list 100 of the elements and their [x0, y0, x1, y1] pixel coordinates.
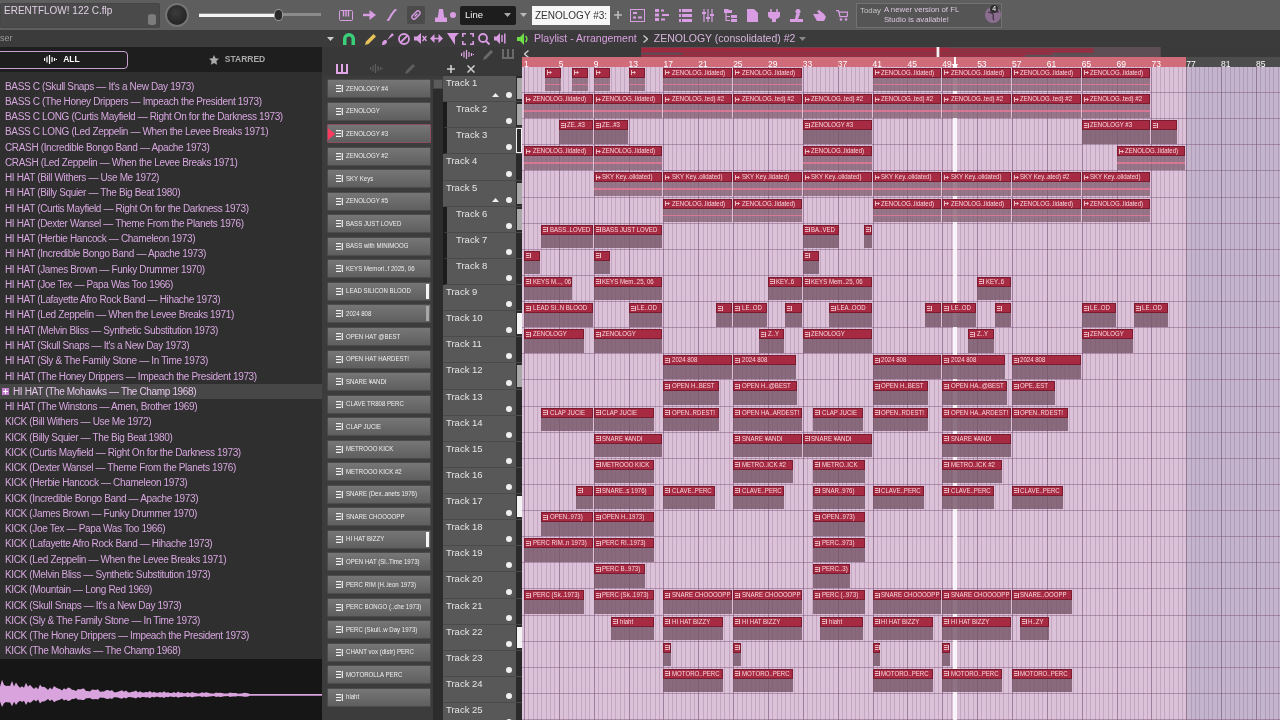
led-icon[interactable] — [506, 275, 512, 281]
channel-button[interactable]: OPEN HAT (Sl..Time 1973) — [327, 552, 431, 572]
scrollbar[interactable] — [433, 79, 443, 720]
plus-icon[interactable] — [447, 64, 455, 73]
speaker-icon[interactable] — [494, 33, 506, 44]
track-header[interactable]: Track 25 — [443, 703, 522, 720]
browser-tab[interactable]: ALL — [0, 50, 128, 69]
led-icon[interactable] — [506, 457, 512, 464]
browser-item[interactable]: KICK (Curtis Mayfield — Right On for the Darkness 1973) — [0, 444, 322, 461]
channel-button[interactable]: PERC BONGO (..che 1973) — [327, 597, 431, 617]
file-icon[interactable] — [747, 8, 759, 22]
hat-icon[interactable] — [435, 8, 447, 22]
playlist-clip[interactable] — [593, 250, 611, 275]
led-icon[interactable] — [506, 536, 512, 543]
channel-button[interactable]: CLAVE TR808 PERC — [327, 394, 431, 414]
mixer-icon[interactable] — [702, 8, 715, 22]
track-header[interactable]: Track 20 — [443, 572, 522, 599]
slider-thumb[interactable] — [273, 9, 283, 21]
browser-item[interactable]: KICK (The Mohawks — The Champ 1968) — [0, 643, 322, 659]
track-header[interactable]: Track 6 — [443, 206, 522, 233]
browser-item[interactable]: KICK (Incredible Bongo Band — Apache 1973) — [0, 490, 322, 506]
browser-item[interactable]: BASS C (Skull Snaps — It's a New Day 1973) — [0, 78, 322, 94]
channel-button[interactable]: METROOO KICK — [327, 439, 431, 459]
led-icon[interactable] — [506, 431, 512, 438]
track-header[interactable]: Track 15 — [443, 441, 522, 468]
track-header[interactable]: Track 14 — [443, 415, 522, 442]
channel-button[interactable]: KEYS Memori..f 2025, 06 — [327, 259, 431, 279]
track-header[interactable]: Track 23 — [443, 650, 522, 677]
double-arrow-icon[interactable] — [430, 34, 443, 43]
led-icon[interactable] — [506, 222, 512, 229]
browser-item[interactable]: KICK (Led Zeppelin — When the Levee Breaks 1971) — [0, 551, 322, 567]
channel-button[interactable]: LEAD SILICON BLOOD — [327, 281, 431, 301]
caret-icon[interactable] — [492, 197, 499, 202]
playlist-clip[interactable] — [524, 250, 541, 275]
close-icon[interactable] — [467, 64, 475, 73]
track-header[interactable]: Track 17 — [443, 494, 522, 521]
browser-item[interactable]: HI HAT (The Honey Drippers — Impeach the President 1973) — [0, 368, 322, 384]
browser-item[interactable]: HI HAT (The Winstons — Amen, Brother 1969) — [0, 399, 322, 415]
playlist-clip[interactable] — [785, 303, 802, 327]
snap-dropdown[interactable]: Line — [460, 5, 516, 25]
browser-item[interactable]: HI HAT (Sly & The Family Stone — In Time 1973) — [0, 353, 322, 369]
browser-tab[interactable]: STARRED — [162, 50, 312, 69]
channel-button[interactable]: BASS with MINIMOOG — [327, 236, 431, 256]
led-icon[interactable] — [506, 562, 512, 569]
cart-icon[interactable] — [836, 9, 849, 21]
piano-roll-icon[interactable] — [655, 9, 670, 21]
track-header[interactable]: Track 11 — [443, 337, 522, 364]
channel-button[interactable]: PERC RIM (H..leon 1973) — [327, 575, 431, 595]
caret-icon[interactable] — [799, 36, 807, 41]
browser-item[interactable]: KICK (Billy Squier — The Big Beat 1980) — [0, 429, 322, 445]
channel-button[interactable]: hiaht — [327, 687, 431, 707]
browser-item[interactable]: KICK (Herbie Hancock — Chameleon 1973) — [0, 475, 322, 491]
mute-icon[interactable] — [414, 33, 427, 44]
led-icon[interactable] — [506, 640, 512, 647]
timeline-ruler[interactable]: 1 5 9 13 17 21 25 29 33 37 41 45 49 53 57 61 65 69 73 77 81 85 — [522, 57, 1280, 67]
track-header[interactable]: Track 3 — [443, 128, 522, 155]
list-icon[interactable] — [679, 8, 693, 22]
led-icon[interactable] — [506, 614, 512, 621]
playlist-clip[interactable] — [1151, 120, 1177, 144]
browser-item[interactable]: KICK (Joe Tex — Papa Was Too 1966) — [0, 521, 322, 537]
dot-icon[interactable] — [450, 12, 456, 18]
playlist-clip[interactable] — [802, 250, 820, 275]
track-header[interactable]: Track 2 — [443, 102, 522, 129]
playlist-clip[interactable] — [593, 67, 611, 92]
playlist-clip[interactable] — [715, 303, 733, 327]
track-header[interactable]: Track 1 — [443, 76, 522, 103]
corners-icon[interactable] — [462, 32, 474, 45]
zoom-icon[interactable] — [478, 32, 490, 45]
browser-item[interactable]: KICK (The Honey Drippers — Impeach the President 1973) — [0, 628, 322, 644]
led-icon[interactable] — [506, 405, 512, 412]
browser-item[interactable]: HI HAT (Bill Withers — Use Me 1972) — [0, 170, 322, 186]
select-icon[interactable] — [447, 32, 459, 45]
caret-icon[interactable] — [520, 13, 527, 17]
waveform-icon[interactable] — [461, 49, 474, 59]
track-header[interactable]: Track 4 — [443, 154, 522, 181]
piano-icon[interactable] — [336, 63, 348, 74]
track-header[interactable]: Track 8 — [443, 258, 522, 285]
playlist-icon[interactable] — [630, 8, 646, 22]
chevron-icon[interactable] — [524, 50, 529, 59]
channel-button[interactable]: BASS JUST LOVED — [327, 214, 431, 234]
caret-icon[interactable] — [327, 36, 334, 41]
channel-button[interactable]: METROOO KICK #2 — [327, 462, 431, 482]
channel-button[interactable]: ZENOLOGY #3 — [327, 124, 431, 144]
plus-icon[interactable] — [614, 11, 623, 19]
channel-button[interactable]: OPEN HAT HARDEST! — [327, 349, 431, 369]
link-icon[interactable] — [407, 6, 425, 24]
track-header[interactable]: Track 13 — [443, 389, 522, 416]
browser-item[interactable]: KICK (Dexter Wansel — Theme From the Planets 1976) — [0, 460, 322, 476]
track-header[interactable]: Track 22 — [443, 624, 522, 651]
browser-item[interactable]: KICK (Lafayette Afro Rock Band — Hihache 1973) — [0, 536, 322, 552]
pattern-field[interactable]: ZENOLOGY #3: — [532, 5, 611, 25]
channel-button[interactable]: SNARE (Dex..anets 1976) — [327, 484, 431, 504]
channel-button[interactable]: CLAP JUCIE — [327, 417, 431, 437]
led-icon[interactable] — [506, 170, 512, 177]
browser-item[interactable]: HI HAT (The Mohawks — The Champ 1968) — [0, 383, 322, 400]
channel-button[interactable]: SKY Keys — [327, 169, 431, 189]
led-icon[interactable] — [506, 92, 512, 99]
led-icon[interactable] — [506, 248, 512, 255]
track-header[interactable]: Track 5 — [443, 180, 522, 207]
hand-icon[interactable] — [813, 9, 827, 21]
